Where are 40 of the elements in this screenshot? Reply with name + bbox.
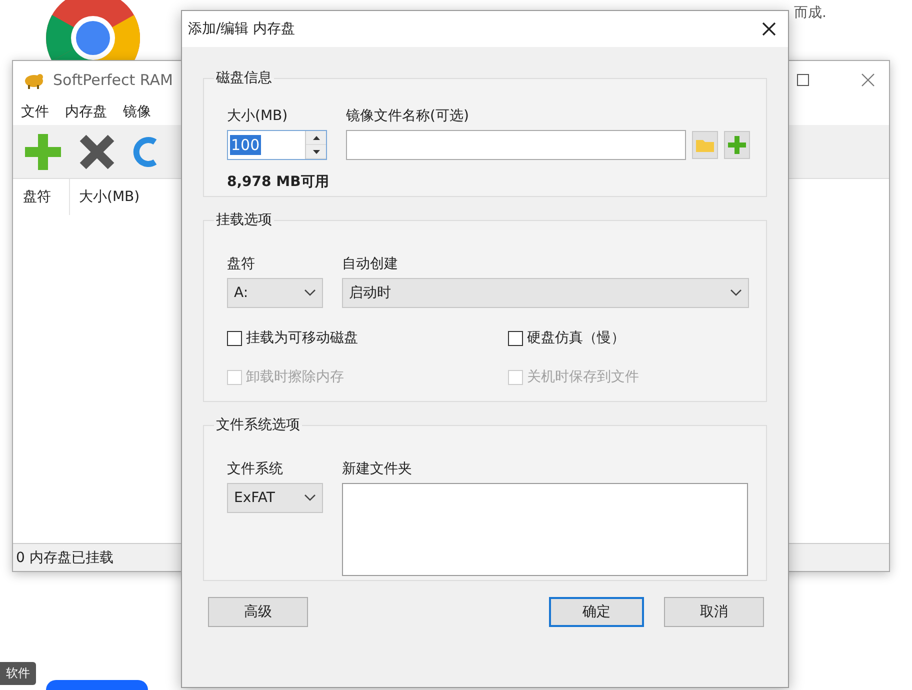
column-header[interactable]: 盘符: [13, 179, 70, 215]
close-icon[interactable]: [762, 22, 776, 36]
field-label: 大小(MB): [227, 107, 289, 125]
menu-item[interactable]: 内存盘: [65, 102, 107, 120]
status-text: 0 内存盘已挂载: [16, 548, 114, 566]
field-label: 新建文件夹: [342, 460, 413, 478]
autocreate-dropdown[interactable]: 启动时: [342, 278, 749, 308]
column-header[interactable]: 大小(MB): [70, 188, 140, 206]
up-arrow-icon[interactable]: [312, 136, 320, 140]
filesystem-dropdown[interactable]: ExFAT: [227, 483, 323, 513]
chevron-down-icon: [730, 289, 742, 297]
tag-label: 软件: [0, 662, 36, 685]
chevron-down-icon: [304, 289, 316, 297]
dialog-button[interactable]: 确定: [549, 597, 644, 627]
window-title: SoftPerfect RAM: [53, 70, 173, 88]
dialog-button[interactable]: 取消: [664, 597, 764, 627]
folder-icon: [696, 138, 714, 152]
field-label: 自动创建: [342, 255, 399, 273]
down-arrow-icon[interactable]: [312, 150, 320, 154]
maximize-icon[interactable]: [797, 74, 809, 86]
chevron-down-icon: [304, 494, 316, 502]
available-text: 8,978 MB可用: [227, 173, 330, 191]
group-title: 文件系统选项: [215, 416, 301, 434]
input-field[interactable]: [346, 130, 686, 160]
size-spinner[interactable]: 100: [227, 130, 327, 160]
folder-text-area[interactable]: [342, 483, 748, 576]
dialog-title: 添加/编辑 内存盘: [188, 20, 296, 38]
menu-item[interactable]: 镜像: [123, 102, 151, 120]
page-text: 而成.: [794, 4, 826, 22]
dialog-button[interactable]: 高级: [208, 597, 308, 627]
checkbox[interactable]: 硬盘仿真（慢）: [508, 329, 625, 347]
field-label: 盘符: [227, 255, 256, 273]
checkbox[interactable]: 挂载为可移动磁盘: [227, 329, 358, 347]
plus-icon: [728, 136, 746, 154]
group-title: 磁盘信息: [215, 69, 273, 87]
field-label: 文件系统: [227, 460, 284, 478]
field-label: 镜像文件名称(可选): [346, 107, 470, 125]
group-title: 挂载选项: [215, 211, 273, 229]
drive-dropdown[interactable]: A:: [227, 278, 323, 308]
menu-item[interactable]: 文件: [21, 102, 49, 120]
